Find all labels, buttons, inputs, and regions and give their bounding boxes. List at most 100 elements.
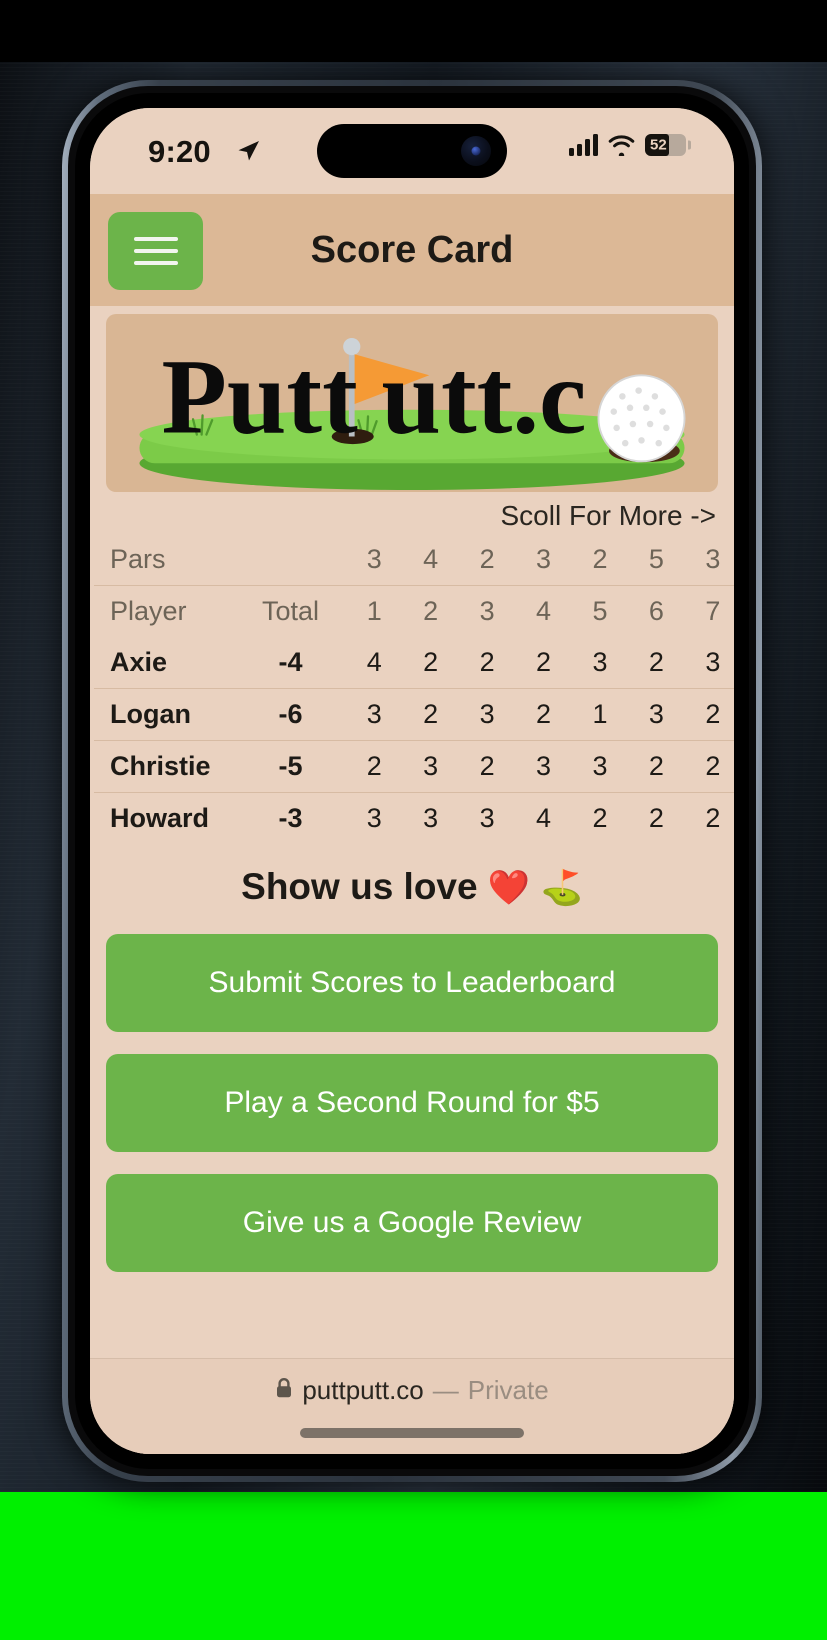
player-score-christie-hole-3: 2 (479, 751, 495, 781)
column-header-hole-3: 3 (479, 596, 495, 626)
play-second-round-button[interactable]: Play a Second Round for $5 (106, 1054, 718, 1152)
player-score-logan-hole-1: 3 (366, 699, 382, 729)
par-value-hole-7: 3 (705, 544, 721, 574)
player-name-axie: Axie (110, 647, 168, 677)
par-value-hole-1: 3 (366, 544, 382, 574)
column-header-hole-4: 4 (536, 596, 552, 626)
player-score-howard-hole-3: 3 (479, 803, 495, 833)
address-bar[interactable]: puttputt.co — Private (275, 1375, 549, 1406)
backdrop-top-band (0, 0, 827, 62)
table-row: Christie-523233223 (94, 741, 734, 793)
player-score-howard-hole-7: 2 (705, 803, 721, 833)
player-score-axie-hole-2: 2 (423, 647, 439, 677)
player-score-christie-hole-7: 2 (705, 751, 721, 781)
column-header-player: Player (110, 596, 187, 626)
player-score-christie-hole-6: 2 (648, 751, 664, 781)
player-total-logan: -6 (278, 699, 303, 729)
show-us-love-heading: Show us love ❤️ ⛳ (90, 866, 734, 908)
table-row: Axie-442223233 (94, 637, 734, 689)
player-score-logan-hole-7: 2 (705, 699, 721, 729)
column-header-hole-6: 6 (648, 596, 664, 626)
phone-device: 9:20 52 Score Card Putt utt.c Scoll For … (62, 80, 762, 1482)
par-value-hole-3: 2 (479, 544, 495, 574)
pars-label: Pars (110, 544, 166, 574)
address-bar-domain: puttputt.co (302, 1375, 424, 1405)
cta-button-list: Submit Scores to Leaderboard Play a Secon… (90, 916, 734, 1272)
scorecard-table: Pars342325332PlayerTotal123456789Axie-44… (94, 534, 734, 844)
player-name-howard: Howard (110, 803, 210, 833)
player-score-logan-hole-2: 2 (423, 699, 439, 729)
cellular-bars-icon (569, 134, 598, 156)
browser-bottom-bar: puttputt.co — Private (90, 1358, 734, 1454)
player-score-howard-hole-4: 4 (536, 803, 552, 833)
player-score-axie-hole-3: 2 (479, 647, 495, 677)
location-arrow-icon (235, 138, 261, 169)
google-review-button[interactable]: Give us a Google Review (106, 1174, 718, 1272)
golf-flag-icon: ⛳ (540, 869, 583, 907)
player-name-christie: Christie (110, 751, 211, 781)
battery-percent-label: 52 (650, 136, 667, 154)
par-value-hole-5: 2 (592, 544, 608, 574)
battery-icon: 52 (645, 134, 691, 156)
player-total-christie: -5 (278, 751, 303, 781)
player-score-logan-hole-6: 3 (648, 699, 664, 729)
status-bar: 9:20 52 (90, 108, 734, 194)
player-score-christie-hole-4: 3 (536, 751, 552, 781)
table-row: Logan-632321323 (94, 689, 734, 741)
scorecard-scroll-container[interactable]: Pars342325332PlayerTotal123456789Axie-44… (90, 534, 734, 844)
status-bar-indicators: 52 (569, 134, 691, 156)
show-us-love-text: Show us love (241, 866, 478, 907)
par-value-hole-6: 5 (648, 544, 664, 574)
column-header-hole-2: 2 (423, 596, 439, 626)
column-header-hole-5: 5 (592, 596, 608, 626)
pars-total-spacer (235, 534, 346, 586)
player-score-axie-hole-6: 2 (648, 647, 664, 677)
player-score-axie-hole-1: 4 (366, 647, 382, 677)
player-total-axie: -4 (278, 647, 303, 677)
puttputt-logo-banner: Putt utt.c (106, 314, 718, 492)
address-bar-private-label: Private (467, 1375, 549, 1405)
player-score-christie-hole-1: 2 (366, 751, 382, 781)
front-camera-icon (461, 136, 491, 166)
column-header-hole-7: 7 (705, 596, 721, 626)
player-total-howard: -3 (278, 803, 303, 833)
lock-icon (275, 1375, 293, 1406)
player-score-axie-hole-5: 3 (592, 647, 608, 677)
puttputt-logo: Putt utt.c (139, 337, 686, 490)
status-bar-time: 9:20 (148, 134, 211, 169)
player-score-howard-hole-1: 3 (366, 803, 382, 833)
player-score-howard-hole-5: 2 (592, 803, 608, 833)
column-header-total: Total (262, 596, 320, 626)
logo-text-right: utt.c (381, 338, 586, 456)
hamburger-menu-icon (133, 237, 178, 241)
par-value-hole-2: 4 (423, 544, 439, 574)
page-body: Putt utt.c Scoll For More -> Pars 3 4 2 … (90, 314, 734, 1454)
player-score-howard-hole-6: 2 (648, 803, 664, 833)
phone-screen: 9:20 52 Score Card Putt utt.c Scoll For … (90, 108, 734, 1454)
player-score-axie-hole-7: 3 (705, 647, 721, 677)
chroma-key-band (0, 1492, 827, 1640)
hamburger-menu-button[interactable] (108, 212, 203, 290)
player-score-logan-hole-3: 3 (479, 699, 495, 729)
table-row: Howard-333342223 (94, 793, 734, 845)
logo-text-left: Putt (161, 338, 358, 456)
dynamic-island (317, 124, 507, 178)
player-score-axie-hole-4: 2 (536, 647, 552, 677)
submit-scores-button[interactable]: Submit Scores to Leaderboard (106, 934, 718, 1032)
app-header: Score Card (90, 194, 734, 306)
par-value-hole-4: 3 (536, 544, 552, 574)
player-score-howard-hole-2: 3 (423, 803, 439, 833)
home-indicator[interactable] (300, 1428, 524, 1438)
player-score-logan-hole-4: 2 (536, 699, 552, 729)
player-score-christie-hole-2: 3 (423, 751, 439, 781)
pars-row: Pars342325332 (94, 534, 734, 586)
player-name-logan: Logan (110, 699, 191, 729)
player-score-logan-hole-5: 1 (592, 699, 608, 729)
heart-icon: ❤️ (487, 869, 531, 907)
address-bar-separator: — (432, 1375, 459, 1405)
wifi-icon (608, 135, 635, 156)
scroll-hint-label: Scoll For More -> (500, 500, 717, 531)
scorecard-header-row: PlayerTotal123456789 (94, 586, 734, 638)
player-score-christie-hole-5: 3 (592, 751, 608, 781)
column-header-hole-1: 1 (366, 596, 382, 626)
